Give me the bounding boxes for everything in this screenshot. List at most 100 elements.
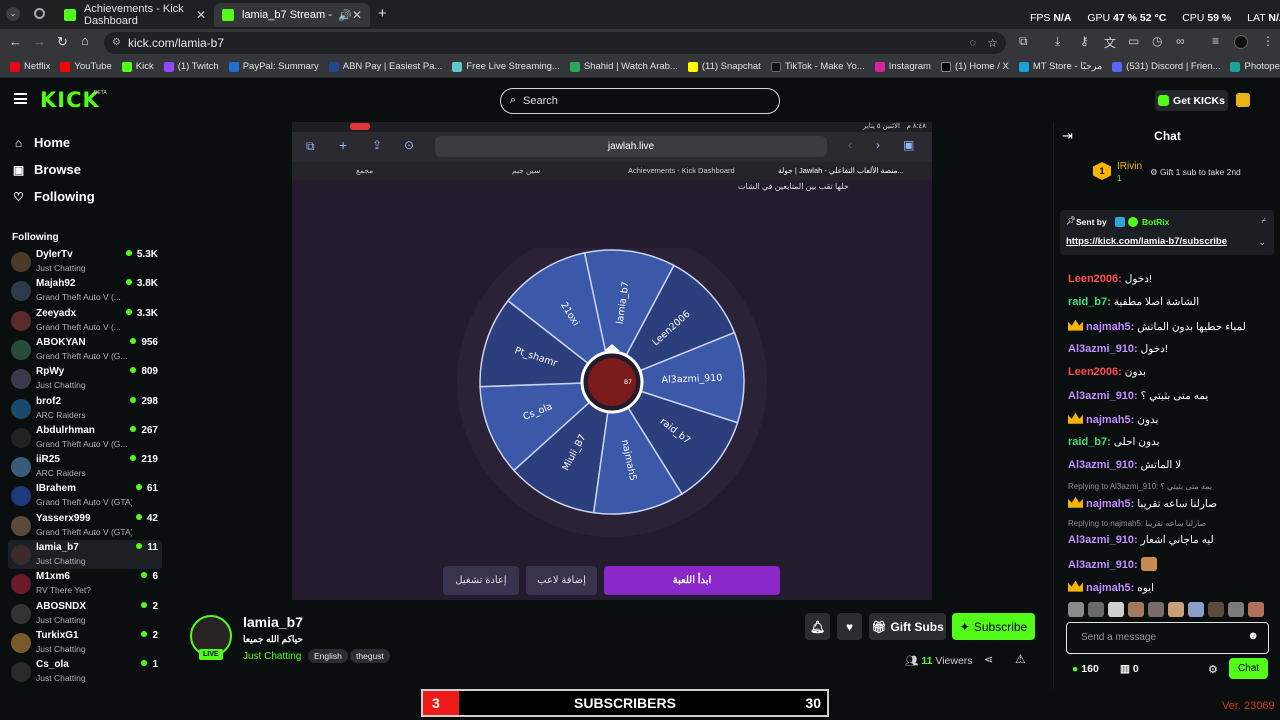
bookmark-tiktok[interactable]: TikTok - Make Yo...	[770, 61, 865, 72]
tab-search-icon[interactable]: ⌄	[6, 7, 20, 21]
reload-icon[interactable]: ↻	[57, 34, 68, 50]
subscribe-button[interactable]: ✦ Subscribe	[952, 613, 1035, 640]
chat-input[interactable]: Send a message ☻	[1066, 622, 1269, 654]
sidebar-following-channel[interactable]: lamia_b7 Just Chatting 11	[8, 540, 162, 569]
bookmark-shahid[interactable]: Shahid | Watch Arab...	[569, 61, 678, 72]
hamburger-menu-icon[interactable]	[14, 93, 27, 104]
sidebar-following-channel[interactable]: IBrahem Grand Theft Auto V (GTA) 61	[8, 481, 162, 510]
chat-username[interactable]: Al3azmi_910	[1068, 343, 1134, 355]
site-info-icon[interactable]: ⚙	[112, 32, 121, 54]
sidebar-item-browse[interactable]: ▣ Browse	[12, 162, 81, 177]
sidebar-following-channel[interactable]: Abdulrhman Grand Theft Auto V (G... 267	[8, 423, 162, 452]
emoji-icon[interactable]: ☻	[1247, 630, 1259, 642]
bookmark-x[interactable]: (1) Home / X	[940, 61, 1009, 72]
bookmark-youtube[interactable]: YouTube	[60, 61, 112, 72]
download-icon[interactable]: ⤓	[1055, 34, 1060, 49]
chat-message[interactable]: Al3azmi_910: يمه متى بثيتي ؟	[1068, 390, 1208, 402]
emote-icon[interactable]	[1108, 602, 1124, 617]
bookmark-netflix[interactable]: Netflix	[10, 61, 50, 72]
chat-username[interactable]: najmah5	[1086, 582, 1131, 594]
gift-balance[interactable]: ▥ 0	[1120, 663, 1139, 675]
user-avatar[interactable]	[1236, 93, 1250, 107]
chat-username[interactable]: najmah5	[1086, 498, 1131, 510]
tag-thegust[interactable]: thegust	[350, 649, 390, 663]
chat-message[interactable]: Al3azmi_910:	[1068, 557, 1157, 572]
bookmark-streaming[interactable]: Free Live Streaming...	[452, 61, 560, 72]
close-tab-icon[interactable]: ✕	[352, 8, 362, 22]
chat-settings-icon[interactable]: ⚙	[1208, 663, 1218, 676]
kicks-balance[interactable]: ● 160	[1072, 663, 1099, 675]
gift-subs-button[interactable]: 🎁︎ Gift Subs	[869, 613, 946, 640]
emote-icon[interactable]	[1148, 602, 1164, 617]
chat-message[interactable]: najmah5: لمياء حطيها بدون الماتش	[1068, 319, 1246, 333]
link-icon[interactable]: ∞	[1176, 34, 1185, 48]
report-icon[interactable]: ⚠	[1015, 652, 1026, 666]
gift-prompt[interactable]: ⚙︎ Gift 1 sub to take 2nd	[1150, 167, 1241, 178]
bookmark-abnpay[interactable]: ABN Pay | Easiest Pa...	[328, 61, 442, 72]
expand-pinned-icon[interactable]: ⌄	[1258, 237, 1266, 248]
sidebar-following-channel[interactable]: M1xm6 RV There Yet? 6	[8, 569, 162, 598]
chat-message[interactable]: najmah5: بدون	[1068, 412, 1158, 426]
menu-dots-icon[interactable]: ⋮	[1262, 34, 1274, 48]
sidebar-following-channel[interactable]: RpWy Just Chatting 809	[8, 364, 162, 393]
chat-reply-context[interactable]: Replying to najmah5: صارلنا ساعه تقريبا	[1068, 519, 1206, 528]
reading-list-icon[interactable]: ≡	[1212, 34, 1219, 48]
notification-bell-button[interactable]: 🔔︎	[805, 613, 830, 640]
bookmark-snapchat[interactable]: (11) Snapchat	[687, 61, 761, 72]
chat-message[interactable]: Leen2006: دخول!	[1068, 273, 1152, 285]
emote-icon[interactable]	[1128, 602, 1144, 617]
tab-achievements[interactable]: Achievements - Kick Dashboard ✕	[56, 3, 214, 27]
sidebar-item-following[interactable]: ♡ Following	[12, 189, 95, 204]
key-icon[interactable]: ⚷	[1080, 34, 1089, 48]
start-game-button[interactable]: ابدأ اللعبة	[604, 566, 780, 595]
address-bar[interactable]: ⚙ kick.com/lamia-b7 ☆ ◌	[104, 32, 1006, 54]
history-icon[interactable]: ◷	[1152, 34, 1162, 48]
stream-category[interactable]: Just Chatting	[243, 651, 301, 662]
chat-username[interactable]: najmah5	[1086, 321, 1131, 333]
sidebar-following-channel[interactable]: Yasserx999 Grand Theft Auto V (GTA) 42	[8, 511, 162, 540]
bookmark-paypal[interactable]: PayPal: Summary	[228, 61, 319, 72]
unpin-icon[interactable]: ⌿	[1261, 216, 1266, 226]
sidebar-item-home[interactable]: ⌂ Home	[12, 135, 70, 150]
emote-icon[interactable]	[1248, 602, 1264, 617]
extensions-icon[interactable]: ⧉	[1019, 34, 1028, 49]
sidebar-following-channel[interactable]: DylerTv Just Chatting 5.3K	[8, 247, 162, 276]
chat-username[interactable]: Al3azmi_910	[1068, 390, 1134, 402]
chat-message[interactable]: Leen2006: بدون	[1068, 366, 1146, 378]
chat-username[interactable]: raid_b7	[1068, 436, 1107, 448]
bookmark-kick[interactable]: Kick	[121, 61, 154, 72]
sidebar-following-channel[interactable]: brof2 ARC Raiders 298	[8, 394, 162, 423]
tag-english[interactable]: English	[308, 649, 348, 663]
sidebar-following-channel[interactable]: TurkixG1 Just Chatting 2	[8, 628, 162, 657]
pinned-bot-name[interactable]: BotRix	[1142, 217, 1169, 227]
sidebar-following-channel[interactable]: Majah92 Grand Theft Auto V (... 3.8K	[8, 276, 162, 305]
emote-icon[interactable]	[1088, 602, 1104, 617]
profile-avatar[interactable]	[1234, 35, 1248, 49]
restart-button[interactable]: إعادة تشغيل	[443, 566, 519, 595]
forward-icon[interactable]: →	[33, 34, 46, 49]
chat-username[interactable]: najmah5	[1086, 414, 1131, 426]
new-tab-icon[interactable]: +	[378, 5, 387, 22]
chat-reply-context[interactable]: Replying to Al3azmi_910: يمه متى بثيتي ؟	[1068, 482, 1212, 491]
audio-icon[interactable]: 🔊	[338, 9, 352, 22]
search-box[interactable]: ⌕ Search	[500, 88, 780, 114]
card-icon[interactable]: ▭	[1128, 34, 1139, 48]
eye-off-icon[interactable]: ◌	[969, 32, 976, 54]
close-tab-icon[interactable]: ✕	[196, 8, 206, 22]
emote-icon[interactable]	[1068, 602, 1084, 617]
bookmark-photopea[interactable]: Photopea | Online P...	[1230, 61, 1280, 72]
sidebar-following-channel[interactable]: ABOSNDX Just Chatting 2	[8, 599, 162, 628]
home-icon[interactable]: ⌂	[81, 33, 89, 48]
follow-heart-button[interactable]: ♥	[837, 613, 862, 640]
translate-icon[interactable]: 文	[1104, 34, 1116, 51]
back-icon[interactable]: ←	[9, 34, 22, 49]
chat-message[interactable]: Al3azmi_910: دخول!	[1068, 343, 1168, 355]
emote-icon[interactable]	[1208, 602, 1224, 617]
share-icon[interactable]: ⋖	[984, 653, 993, 666]
chat-message[interactable]: Al3azmi_910: لا الماتش	[1068, 459, 1181, 471]
kick-logo[interactable]: KICK	[40, 88, 100, 112]
chat-message[interactable]: najmah5: ايوه	[1068, 580, 1154, 594]
chat-message[interactable]: Al3azmi_910: ليه ماجاني اشعار	[1068, 534, 1214, 546]
chat-message[interactable]: najmah5: صارلنا ساعه تقريبا	[1068, 496, 1217, 510]
chat-message[interactable]: raid_b7: بدون احلى	[1068, 436, 1160, 448]
